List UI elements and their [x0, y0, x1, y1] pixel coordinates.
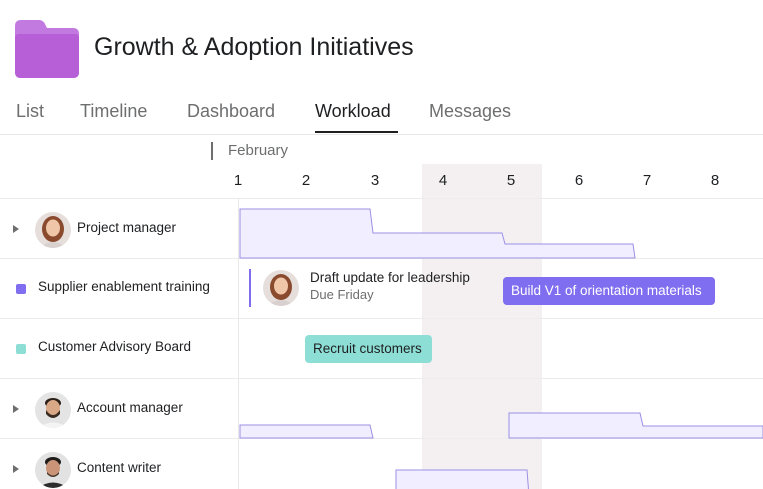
project-color-dot: [16, 344, 26, 354]
project-color-dot: [16, 284, 26, 294]
row-content-writer: Content writer: [0, 438, 238, 489]
workload-grid: February 1 2 3 4 5 6 7 8 Project manager…: [0, 136, 763, 489]
tab-workload[interactable]: Workload: [315, 101, 391, 122]
workload-graph-content-writer: [395, 469, 529, 489]
row-label: Customer Advisory Board: [38, 339, 192, 354]
row-supplier-enablement-training: Supplier enablement training: [0, 258, 238, 318]
row-label: Project manager: [77, 220, 177, 235]
task-due-date: Due Friday: [310, 287, 374, 302]
task-recruit-customers[interactable]: Recruit customers: [305, 335, 432, 363]
tab-bar: List Timeline Dashboard Workload Message…: [0, 95, 763, 135]
task-build-v1[interactable]: Build V1 of orientation materials: [503, 277, 715, 305]
expand-caret-icon[interactable]: [13, 465, 19, 473]
workload-graph-project-manager: [239, 208, 636, 259]
tab-dashboard[interactable]: Dashboard: [187, 101, 275, 122]
avatar-man-beard: [35, 392, 71, 428]
expand-caret-icon[interactable]: [13, 225, 19, 233]
row-label: Account manager: [77, 400, 183, 415]
tab-list[interactable]: List: [16, 101, 44, 122]
row-label: Content writer: [77, 460, 162, 475]
avatar-man: [35, 452, 71, 488]
expand-caret-icon[interactable]: [13, 405, 19, 413]
task-color-bar: [249, 269, 251, 307]
row-customer-advisory-board: Customer Advisory Board: [0, 318, 238, 378]
folder-icon: [15, 20, 79, 78]
tab-timeline[interactable]: Timeline: [80, 101, 147, 122]
row-project-manager: Project manager: [0, 198, 238, 258]
row-account-manager: Account manager: [0, 378, 238, 438]
active-tab-indicator: [315, 131, 398, 133]
avatar-woman: [263, 270, 299, 306]
row-label: Supplier enablement training: [38, 279, 210, 294]
avatar-woman: [35, 212, 71, 248]
project-title: Growth & Adoption Initiatives: [94, 33, 414, 61]
task-title: Draft update for leadership: [310, 270, 470, 285]
workload-graph-account-manager: [239, 412, 763, 439]
project-header: Growth & Adoption Initiatives: [0, 0, 763, 90]
tab-messages[interactable]: Messages: [429, 101, 511, 122]
task-draft-update[interactable]: Draft update for leadership Due Friday: [249, 267, 489, 309]
